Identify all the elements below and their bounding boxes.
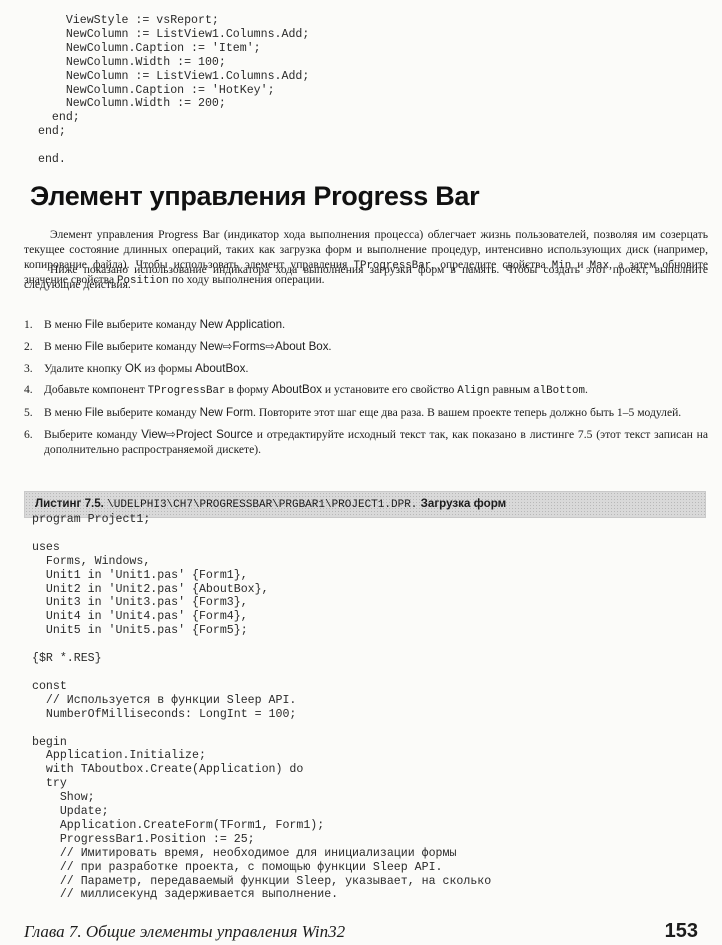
step-text: Удалите кнопку (44, 361, 125, 375)
step-text: . (328, 339, 332, 353)
list-item: 5. В меню File выберите команду New Form.… (24, 406, 708, 421)
menu-term: File (84, 318, 104, 331)
step-number: 4. (24, 383, 33, 397)
step-number: 2. (24, 339, 33, 353)
step-text: выберите команду (103, 339, 200, 353)
listing-label: Листинг 7.5. (35, 497, 104, 510)
step-number: 1. (24, 318, 33, 331)
listing-title: Листинг 7.5. \UDELPHI3\CH7\PROGRESSBAR\P… (35, 497, 506, 511)
menu-term: AboutBox (195, 361, 246, 375)
step-text: В меню (44, 339, 85, 353)
step-number: 5. (24, 406, 33, 420)
steps-list: 1. В меню File выберите команду New Appli… (24, 318, 708, 465)
step-text: выберите команду (103, 318, 200, 331)
menu-term: New Form (199, 406, 254, 420)
step-text: равным (489, 383, 534, 397)
step-text: выберите команду (103, 406, 200, 420)
step-text: из формы (141, 361, 196, 375)
step-number: 6. (24, 427, 33, 441)
code-term: alBottom (533, 385, 585, 398)
menu-term: New Application (199, 318, 283, 331)
list-item: 3. Удалите кнопку OK из формы AboutBox. (24, 362, 708, 377)
code-term: Align (457, 385, 490, 398)
code-term: TProgressBar (147, 385, 226, 398)
step-text: в форму (225, 383, 272, 397)
step-number: 3. (24, 361, 33, 375)
instructions-paragraph: Ниже показано использование индикатора х… (24, 263, 708, 291)
listing-path: \UDELPHI3\CH7\PROGRESSBAR\PRGBAR1\PROJEC… (107, 499, 418, 511)
step-text: и установите его свойство (321, 383, 458, 397)
step-text: Добавьте компонент (44, 383, 148, 397)
list-item: 4. Добавьте компонент TProgressBar в форм… (24, 383, 708, 399)
chapter-footer: Глава 7. Общие элементы управления Win32 (24, 922, 346, 941)
listing-code: program Project1; uses Forms, Windows, U… (32, 513, 492, 902)
menu-term: File (84, 339, 104, 353)
step-text: В меню (44, 406, 85, 420)
menu-term: File (84, 406, 104, 420)
section-heading: Элемент управления Progress Bar (30, 181, 480, 211)
list-item: 6. Выберите команду View⇨Project Source и… (24, 428, 708, 458)
step-text: Выберите команду (44, 427, 142, 441)
step-text: . (585, 383, 588, 397)
step-text: . (245, 361, 249, 375)
page-number: 153 (664, 920, 698, 942)
menu-term: OK (124, 361, 142, 375)
list-item: 2. В меню File выберите команду New⇨Forms… (24, 340, 708, 355)
menu-term: View⇨Project Source (141, 427, 253, 441)
step-text: . (282, 318, 285, 331)
menu-term: AboutBox (271, 383, 322, 397)
code-snippet-top: ViewStyle := vsReport; NewColumn := List… (38, 14, 310, 167)
list-item: 1. В меню File выберите команду New Appli… (24, 318, 708, 333)
step-text: . Повторите этот шаг еще два раза. В ваш… (253, 406, 682, 420)
step-text: В меню (44, 318, 85, 331)
menu-term: New⇨Forms⇨About Box (199, 339, 329, 353)
listing-caption: Загрузка форм (420, 497, 507, 510)
